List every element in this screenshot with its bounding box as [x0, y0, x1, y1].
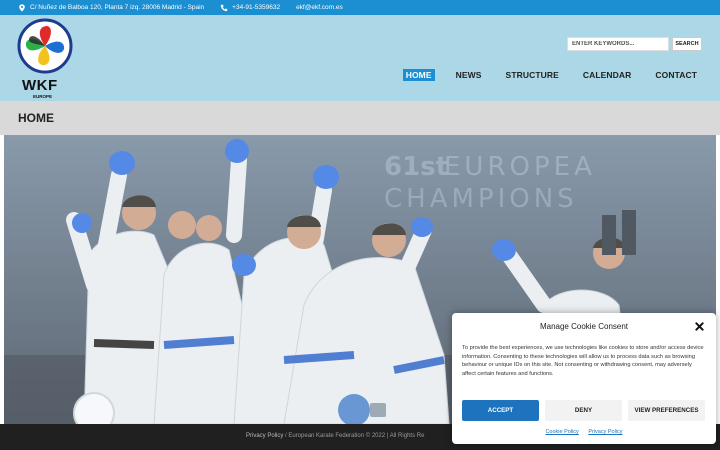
search-form: SEARCH — [567, 37, 702, 51]
page-title: HOME — [18, 111, 54, 125]
nav-item-home[interactable]: HOME — [402, 69, 435, 81]
footer-copyright-text: / European Karate Federation © 2022 | Al… — [283, 433, 425, 439]
location-pin-icon — [19, 3, 25, 12]
close-icon[interactable] — [695, 322, 704, 331]
nav-item-news[interactable]: NEWS — [453, 69, 485, 81]
page-title-bar: HOME — [0, 101, 720, 135]
search-button[interactable]: SEARCH — [672, 37, 702, 51]
privacy-policy-link[interactable]: Privacy Policy — [588, 429, 622, 435]
logo-wordmark: WKF — [22, 77, 58, 94]
nav-item-contact[interactable]: CONTACT — [652, 69, 700, 81]
search-input[interactable] — [567, 37, 669, 51]
deny-button[interactable]: DENY — [545, 400, 622, 421]
accept-button[interactable]: ACCEPT — [462, 400, 539, 421]
top-info-bar: C/ Nuñez de Balboa 120, Planta 7 izq. 28… — [0, 0, 720, 15]
phone-icon — [220, 4, 228, 11]
cookie-buttons: ACCEPT DENY VIEW PREFERENCES — [462, 400, 705, 421]
phone-text[interactable]: +34-91-5359632 — [232, 4, 280, 11]
site-header: WKF EUROPE SEARCH HOME NEWS STRUCTURE CA… — [0, 15, 720, 101]
address-text: C/ Nuñez de Balboa 120, Planta 7 izq. 28… — [30, 4, 205, 11]
email-item[interactable]: ekf@ekf.com.es — [296, 4, 343, 11]
view-preferences-button[interactable]: VIEW PREFERENCES — [628, 400, 705, 421]
nav-item-calendar[interactable]: CALENDAR — [580, 69, 635, 81]
address-item: C/ Nuñez de Balboa 120, Planta 7 izq. 28… — [18, 3, 205, 12]
logo-subtext: EUROPE — [33, 94, 53, 99]
cookie-dialog-title: Manage Cookie Consent — [539, 322, 629, 331]
footer-copyright: Privacy Policy / European Karate Federat… — [246, 433, 424, 439]
main-nav: HOME NEWS STRUCTURE CALENDAR CONTACT — [402, 69, 700, 81]
nav-item-structure[interactable]: STRUCTURE — [503, 69, 562, 81]
email-text[interactable]: ekf@ekf.com.es — [296, 4, 343, 11]
footer-privacy-link[interactable]: Privacy Policy — [246, 433, 283, 439]
cookie-links: Cookie Policy Privacy Policy — [452, 429, 716, 435]
cookie-dialog-body: To provide the best experiences, we use … — [462, 345, 704, 377]
cookie-consent-dialog: Manage Cookie Consent To provide the bes… — [452, 313, 716, 444]
phone-item[interactable]: +34-91-5359632 — [220, 4, 280, 12]
wkf-logo-icon — [17, 18, 73, 74]
cookie-policy-link[interactable]: Cookie Policy — [545, 429, 578, 435]
